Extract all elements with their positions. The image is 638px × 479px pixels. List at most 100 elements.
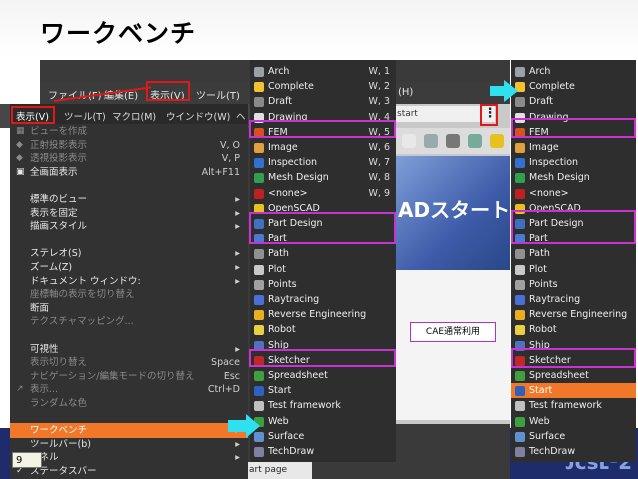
slide-title: ワークベンチ xyxy=(40,19,197,48)
workbench-icon xyxy=(515,386,525,397)
workbench-name: Arch xyxy=(268,66,290,77)
web-icon[interactable] xyxy=(468,134,482,148)
workbench-item[interactable]: Robot xyxy=(250,322,396,337)
workbench-icon xyxy=(515,158,525,169)
workbench-icon xyxy=(254,188,264,199)
workbench-item[interactable]: Start xyxy=(511,383,636,399)
menu-help-2[interactable]: ヘ xyxy=(236,109,246,123)
workbench-icon xyxy=(254,264,264,275)
workbench-name: Robot xyxy=(529,324,557,336)
workbench-name: Raytracing xyxy=(268,294,320,305)
workbench-icon xyxy=(254,82,264,93)
workbench-item[interactable]: Image W, 6 xyxy=(250,140,396,155)
workbench-item[interactable]: Inspection xyxy=(511,155,636,170)
down-arrow-icon[interactable] xyxy=(424,134,438,148)
workbench-name: Image xyxy=(529,142,559,153)
workbench-name: Inspection xyxy=(529,157,579,169)
workbench-name: Plot xyxy=(529,263,547,275)
workbench-name: Mesh Design xyxy=(529,172,590,184)
workbench-item[interactable]: Spreadsheet xyxy=(511,368,636,383)
workbench-item[interactable]: Surface xyxy=(250,429,396,444)
workbench-icon xyxy=(515,371,525,381)
workbench-item[interactable]: Points xyxy=(250,277,396,292)
menu-window[interactable]: ウインドウ(W) xyxy=(166,109,230,123)
workbench-name: Spreadsheet xyxy=(268,370,328,381)
workbench-item[interactable]: Start xyxy=(250,383,396,398)
workbench-item[interactable]: TechDraw xyxy=(250,444,396,459)
workbench-item[interactable]: Arch W, 1 xyxy=(250,64,396,79)
workbench-icon xyxy=(515,67,525,77)
menu-tools[interactable]: ツール(T) xyxy=(196,87,240,102)
workbench-name: <none> xyxy=(529,187,569,199)
menu-tools-2[interactable]: ツール(T) xyxy=(64,109,106,123)
view-menu-item[interactable]: ✓ ステータスバー xyxy=(10,464,248,479)
workbench-name: Test framework xyxy=(529,400,602,412)
workbench-icon xyxy=(254,279,264,290)
workbench-item[interactable]: Reverse Engineering xyxy=(250,307,396,322)
workbench-shortcut: W, 3 xyxy=(368,96,390,108)
workbench-item[interactable]: Path xyxy=(511,246,636,261)
part-highlight-right xyxy=(511,210,636,244)
workbench-name: Draft xyxy=(529,96,553,108)
workbench-item[interactable]: Reverse Engineering xyxy=(511,307,636,322)
workbench-icon xyxy=(515,325,525,336)
workbench-name: Inspection xyxy=(268,157,318,169)
workbench-item[interactable]: Surface xyxy=(511,429,636,444)
workbench-name: Start xyxy=(529,385,553,397)
workbench-item[interactable]: Plot xyxy=(250,262,396,277)
page-number: 9 xyxy=(12,452,42,468)
warning-icon[interactable] xyxy=(490,134,504,148)
workbench-name: Image xyxy=(268,142,298,153)
cae-label: CAE通常利用 xyxy=(410,322,496,342)
workbench-item[interactable]: Complete W, 2 xyxy=(250,79,396,94)
workbench-name: Path xyxy=(268,248,289,260)
workbench-item[interactable]: Web xyxy=(511,414,636,429)
workbench-icon xyxy=(254,173,264,184)
menu-help[interactable]: (H) xyxy=(398,87,413,98)
workbench-icon xyxy=(515,295,525,305)
workbench-name: Surface xyxy=(268,430,305,442)
workbench-shortcut: W, 2 xyxy=(368,81,390,93)
workbench-item[interactable]: Plot xyxy=(511,262,636,277)
workbench-item[interactable]: Mesh Design W, 8 xyxy=(250,170,396,185)
workbench-item[interactable]: Test framework xyxy=(511,398,636,413)
workbench-icon xyxy=(515,279,525,290)
workbench-item[interactable]: Raytracing xyxy=(250,292,396,307)
workbench-item[interactable]: Points xyxy=(511,277,636,292)
workbench-item[interactable]: <none> xyxy=(511,186,636,201)
workbench-shortcut: W, 1 xyxy=(368,66,390,77)
start-banner-text: ADスタート xyxy=(398,198,511,222)
workbench-icon xyxy=(515,401,525,412)
workbench-name: Web xyxy=(529,415,550,427)
link-icon[interactable] xyxy=(446,134,460,148)
workbench-icon xyxy=(254,143,264,153)
workbench-item[interactable]: Image xyxy=(511,140,636,155)
workbench-item[interactable]: TechDraw xyxy=(511,444,636,459)
tab-start-page[interactable]: art page xyxy=(246,462,312,479)
workbench-item[interactable]: <none> W, 9 xyxy=(250,186,396,201)
workbench-item[interactable]: Web xyxy=(250,414,396,429)
workbench-item[interactable]: Spreadsheet xyxy=(250,368,396,383)
workbench-item[interactable]: Mesh Design xyxy=(511,170,636,185)
forward-icon[interactable] xyxy=(402,134,416,148)
workbench-item[interactable]: Robot xyxy=(511,322,636,337)
workbench-item[interactable]: Draft xyxy=(511,94,636,109)
workbench-item[interactable]: Raytracing xyxy=(511,292,636,307)
workbench-icon xyxy=(254,97,264,108)
options-highlight xyxy=(480,104,498,126)
workbench-name: Points xyxy=(529,278,558,290)
workbench-shortcut: W, 6 xyxy=(368,142,390,153)
part-highlight-mid xyxy=(249,212,396,244)
fem-highlight-right xyxy=(511,118,636,138)
workbench-item[interactable]: Draft W, 3 xyxy=(250,94,396,109)
workbench-item[interactable]: Complete xyxy=(511,79,636,94)
workbench-name: Path xyxy=(529,248,550,260)
workbench-name: Reverse Engineering xyxy=(529,309,628,321)
workbench-item[interactable]: Path xyxy=(250,246,396,261)
workbench-item[interactable]: Arch xyxy=(511,64,636,79)
workbench-item[interactable]: Test framework xyxy=(250,398,396,413)
workbench-item[interactable]: Inspection W, 7 xyxy=(250,155,396,170)
workbench-shortcut: W, 9 xyxy=(368,187,390,199)
menu-macro[interactable]: マクロ(M) xyxy=(112,109,156,123)
workbench-name: Spreadsheet xyxy=(529,370,589,381)
